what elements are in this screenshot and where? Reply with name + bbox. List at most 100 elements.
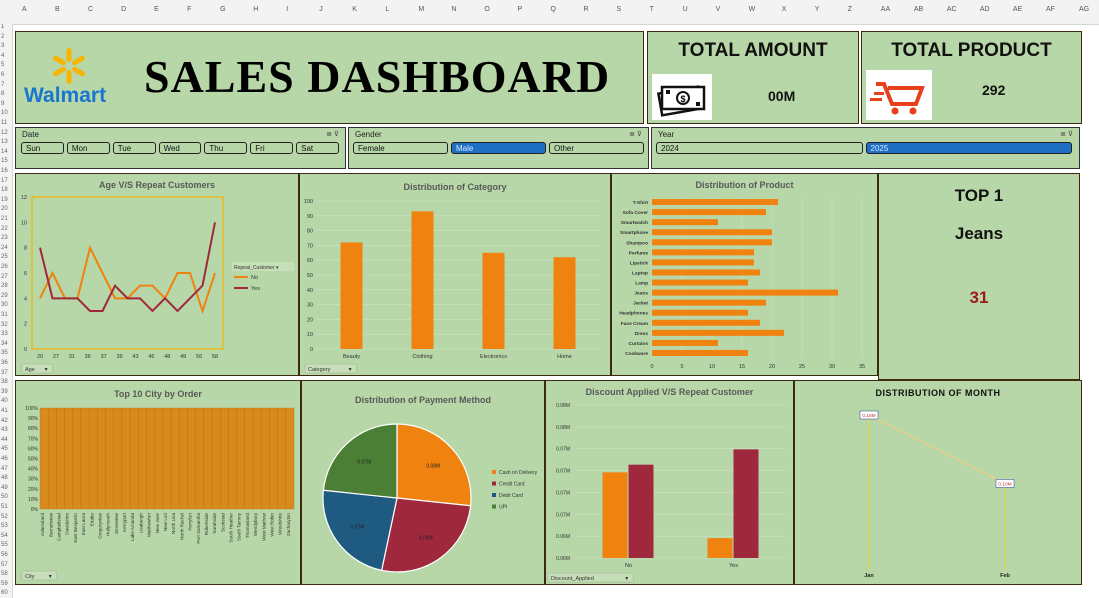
row-number[interactable]: 29 [1,293,8,299]
row-number[interactable]: 34 [1,341,8,347]
chart-filter-button[interactable]: Category ▾ [304,363,357,374]
column-letter[interactable]: AB [914,6,923,13]
column-letter[interactable]: E [154,6,159,13]
clear-filter-icon[interactable]: ≣ ⊽ [1060,130,1073,138]
column-letter[interactable]: I [286,6,288,13]
row-number[interactable]: 12 [1,130,8,136]
row-number[interactable]: 7 [1,82,4,88]
row-number[interactable]: 55 [1,542,8,548]
row-number[interactable]: 31 [1,312,8,318]
slicer-button-fri[interactable]: Fri [250,142,294,154]
row-number[interactable]: 35 [1,350,8,356]
row-number[interactable]: 28 [1,283,8,289]
slicer-button-male[interactable]: Male [451,142,546,154]
row-number[interactable]: 49 [1,485,8,491]
row-number[interactable]: 10 [1,110,8,116]
row-number[interactable]: 45 [1,446,8,452]
column-letter[interactable]: A [22,6,27,13]
column-letter[interactable]: X [782,6,787,13]
column-letter[interactable]: U [683,6,688,13]
row-number[interactable]: 26 [1,264,8,270]
column-letter[interactable]: AD [980,6,990,13]
column-letter[interactable]: B [55,6,60,13]
slicer-button-sun[interactable]: Sun [21,142,64,154]
column-letter[interactable]: F [187,6,191,13]
column-letter[interactable]: AA [881,6,890,13]
column-letter[interactable]: C [88,6,93,13]
slicer-button-2024[interactable]: 2024 [656,142,863,154]
column-letter[interactable]: L [385,6,389,13]
slicer-button-wed[interactable]: Wed [158,142,202,154]
row-number[interactable]: 50 [1,494,8,500]
row-number[interactable]: 23 [1,235,8,241]
column-letter[interactable]: K [352,6,357,13]
row-number[interactable]: 4 [1,53,4,59]
row-number[interactable]: 21 [1,216,8,222]
row-number[interactable]: 52 [1,514,8,520]
row-number[interactable]: 18 [1,187,8,193]
row-number[interactable]: 33 [1,331,8,337]
row-number[interactable]: 14 [1,149,8,155]
column-letter[interactable]: AE [1013,6,1022,13]
row-number[interactable]: 39 [1,389,8,395]
row-number[interactable]: 25 [1,254,8,260]
column-letter[interactable]: V [716,6,721,13]
row-number[interactable]: 43 [1,427,8,433]
slicer-button-other[interactable]: Other [549,142,644,154]
row-number[interactable]: 46 [1,456,8,462]
column-letter[interactable]: R [584,6,589,13]
row-number[interactable]: 15 [1,158,8,164]
row-number[interactable]: 37 [1,370,8,376]
row-number[interactable]: 54 [1,533,8,539]
column-letter[interactable]: Q [550,6,555,13]
column-letter[interactable]: AC [947,6,957,13]
column-letter[interactable]: P [517,6,522,13]
row-number[interactable]: 5 [1,62,4,68]
row-number[interactable]: 38 [1,379,8,385]
row-number[interactable]: 6 [1,72,4,78]
row-number[interactable]: 59 [1,581,8,587]
row-number[interactable]: 1 [1,24,4,30]
column-letter[interactable]: M [418,6,424,13]
row-number[interactable]: 16 [1,168,8,174]
slicer-button-thu[interactable]: Thu [204,142,248,154]
row-number[interactable]: 13 [1,139,8,145]
row-number[interactable]: 9 [1,101,4,107]
column-letter[interactable]: H [253,6,258,13]
row-number[interactable]: 41 [1,408,8,414]
row-number[interactable]: 2 [1,34,4,40]
row-number[interactable]: 27 [1,274,8,280]
column-letter[interactable]: T [650,6,654,13]
chart-filter-button[interactable]: City ▾ [21,570,58,581]
slicer-button-2025[interactable]: 2025 [865,142,1072,154]
row-number[interactable]: 3 [1,43,4,49]
column-letter[interactable]: N [451,6,456,13]
row-number[interactable]: 47 [1,466,8,472]
column-letter[interactable]: W [749,6,756,13]
row-number[interactable]: 30 [1,302,8,308]
row-number[interactable]: 19 [1,197,8,203]
row-number[interactable]: 51 [1,504,8,510]
column-letter[interactable]: Z [848,6,852,13]
chart-filter-button[interactable]: Age ▾ [21,363,53,374]
column-letter[interactable]: Y [815,6,820,13]
row-number[interactable]: 36 [1,360,8,366]
row-number[interactable]: 8 [1,91,4,97]
slicer-button-tue[interactable]: Tue [112,142,156,154]
row-number[interactable]: 58 [1,571,8,577]
row-number[interactable]: 17 [1,178,8,184]
column-letter[interactable]: G [220,6,225,13]
row-number[interactable]: 57 [1,562,8,568]
column-letter[interactable]: J [319,6,323,13]
column-letter[interactable]: S [617,6,622,13]
row-number[interactable]: 53 [1,523,8,529]
row-number[interactable]: 22 [1,226,8,232]
clear-filter-icon[interactable]: ≣ ⊽ [629,130,642,138]
clear-filter-icon[interactable]: ≣ ⊽ [326,130,339,138]
row-number[interactable]: 24 [1,245,8,251]
row-number[interactable]: 48 [1,475,8,481]
column-letter[interactable]: AF [1046,6,1055,13]
column-letter[interactable]: O [484,6,489,13]
row-number[interactable]: 20 [1,206,8,212]
row-number[interactable]: 40 [1,398,8,404]
